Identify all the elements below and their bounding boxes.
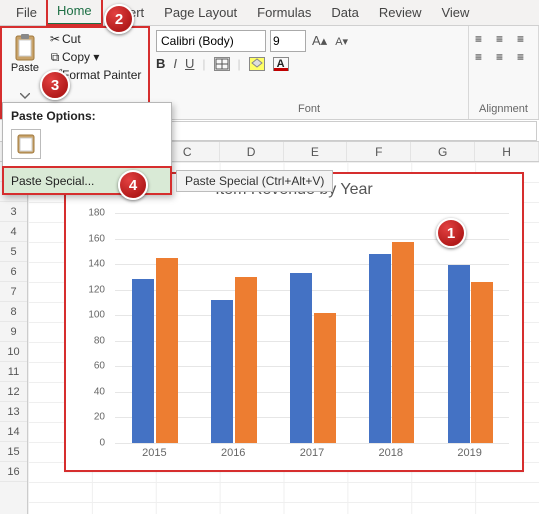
- row-header-4[interactable]: 4: [0, 222, 27, 242]
- worksheet-grid: 12345678910111213141516 Item Revenue by …: [0, 162, 539, 514]
- chart-x-axis: 20152016201720182019: [115, 447, 509, 463]
- y-tick: 60: [94, 361, 105, 372]
- clipboard-paste-icon: [12, 32, 38, 62]
- y-tick: 160: [88, 233, 105, 244]
- callout-badge-3: 3: [40, 70, 70, 100]
- x-label: 2016: [194, 447, 273, 463]
- align-middle-icon[interactable]: ≡: [496, 32, 511, 46]
- font-group: A▴ A▾ B I U | | A Font: [150, 26, 469, 119]
- tab-view[interactable]: View: [431, 1, 479, 25]
- bar-Series1-2015[interactable]: [132, 279, 154, 443]
- tab-data[interactable]: Data: [321, 1, 368, 25]
- font-group-label: Font: [156, 103, 462, 117]
- callout-badge-2: 2: [104, 4, 134, 34]
- row-header-5[interactable]: 5: [0, 242, 27, 262]
- bar-Series1-2019[interactable]: [448, 265, 470, 443]
- x-label: 2015: [115, 447, 194, 463]
- paste-special-tooltip: Paste Special (Ctrl+Alt+V): [176, 170, 333, 192]
- row-header-16[interactable]: 16: [0, 462, 27, 482]
- y-tick: 180: [88, 208, 105, 219]
- row-header-10[interactable]: 10: [0, 342, 27, 362]
- italic-button[interactable]: I: [173, 56, 177, 71]
- column-header-F[interactable]: F: [347, 142, 411, 161]
- paste-button-label: Paste: [6, 62, 44, 74]
- cells-area[interactable]: Item Revenue by Year 0204060801001201401…: [28, 162, 539, 514]
- copy-button[interactable]: ⧉Copy ▾: [48, 48, 141, 66]
- bucket-icon: [250, 58, 264, 68]
- x-label: 2017: [273, 447, 352, 463]
- row-header-8[interactable]: 8: [0, 302, 27, 322]
- alignment-group-label: Alignment: [475, 103, 532, 117]
- callout-badge-4: 4: [118, 170, 148, 200]
- y-tick: 140: [88, 259, 105, 270]
- row-header-6[interactable]: 6: [0, 262, 27, 282]
- y-tick: 0: [99, 438, 105, 449]
- column-header-E[interactable]: E: [284, 142, 348, 161]
- decrease-font-icon[interactable]: A▾: [333, 35, 350, 48]
- bar-Series2-2019[interactable]: [471, 282, 493, 443]
- copy-icon: ⧉: [48, 48, 62, 66]
- y-tick: 20: [94, 412, 105, 423]
- column-header-H[interactable]: H: [475, 142, 539, 161]
- clipboard-icon: [16, 133, 36, 155]
- tab-page-layout[interactable]: Page Layout: [154, 1, 247, 25]
- alignment-group: ≡ ≡ ≡ ≡ ≡ ≡ Alignment: [469, 26, 539, 119]
- bar-Series2-2017[interactable]: [314, 313, 336, 443]
- bar-Series2-2016[interactable]: [235, 277, 257, 443]
- fill-color-button[interactable]: [249, 57, 265, 71]
- ribbon-tabs: FileHomeInsertPage LayoutFormulasDataRev…: [0, 0, 539, 26]
- row-header-9[interactable]: 9: [0, 322, 27, 342]
- tab-home[interactable]: Home: [47, 0, 102, 25]
- chart-y-axis: 020406080100120140160180: [65, 213, 111, 443]
- y-tick: 120: [88, 284, 105, 295]
- y-tick: 80: [94, 335, 105, 346]
- font-color-button[interactable]: A: [273, 57, 289, 71]
- bar-Series1-2016[interactable]: [211, 300, 233, 443]
- row-header-14[interactable]: 14: [0, 422, 27, 442]
- borders-button[interactable]: [214, 57, 230, 71]
- y-tick: 40: [94, 386, 105, 397]
- paste-dropdown-arrow[interactable]: [6, 89, 44, 103]
- cut-button[interactable]: ✂Cut: [48, 30, 141, 48]
- align-left-icon[interactable]: ≡: [475, 50, 490, 64]
- font-size-select[interactable]: [270, 30, 306, 52]
- tab-review[interactable]: Review: [369, 1, 432, 25]
- column-header-D[interactable]: D: [220, 142, 284, 161]
- chevron-down-icon: [20, 93, 30, 99]
- align-right-icon[interactable]: ≡: [517, 50, 532, 64]
- paste-option-keep-source[interactable]: [11, 129, 41, 159]
- align-bottom-icon[interactable]: ≡: [517, 32, 532, 46]
- increase-font-icon[interactable]: A▴: [310, 33, 329, 49]
- formula-input[interactable]: [119, 121, 537, 141]
- row-header-15[interactable]: 15: [0, 442, 27, 462]
- y-tick: 100: [88, 310, 105, 321]
- align-top-icon[interactable]: ≡: [475, 32, 490, 46]
- bar-Series2-2018[interactable]: [392, 242, 414, 443]
- bar-Series2-2015[interactable]: [156, 258, 178, 443]
- callout-badge-1: 1: [436, 218, 466, 248]
- underline-button[interactable]: U: [185, 56, 194, 71]
- x-label: 2018: [351, 447, 430, 463]
- bar-Series1-2017[interactable]: [290, 273, 312, 443]
- align-center-icon[interactable]: ≡: [496, 50, 511, 64]
- row-header-13[interactable]: 13: [0, 402, 27, 422]
- paste-options-header: Paste Options:: [3, 103, 171, 127]
- bold-button[interactable]: B: [156, 56, 165, 71]
- row-header-7[interactable]: 7: [0, 282, 27, 302]
- row-header-3[interactable]: 3: [0, 202, 27, 222]
- font-name-select[interactable]: [156, 30, 266, 52]
- row-headers: 12345678910111213141516: [0, 162, 28, 514]
- x-label: 2019: [430, 447, 509, 463]
- scissors-icon: ✂: [48, 30, 62, 48]
- row-header-11[interactable]: 11: [0, 362, 27, 382]
- bar-Series1-2018[interactable]: [369, 254, 391, 443]
- borders-icon: [215, 58, 229, 70]
- embedded-chart[interactable]: Item Revenue by Year 0204060801001201401…: [64, 172, 524, 472]
- row-header-12[interactable]: 12: [0, 382, 27, 402]
- tab-file[interactable]: File: [6, 1, 47, 25]
- column-header-G[interactable]: G: [411, 142, 475, 161]
- tab-formulas[interactable]: Formulas: [247, 1, 321, 25]
- paste-button[interactable]: Paste: [6, 30, 44, 89]
